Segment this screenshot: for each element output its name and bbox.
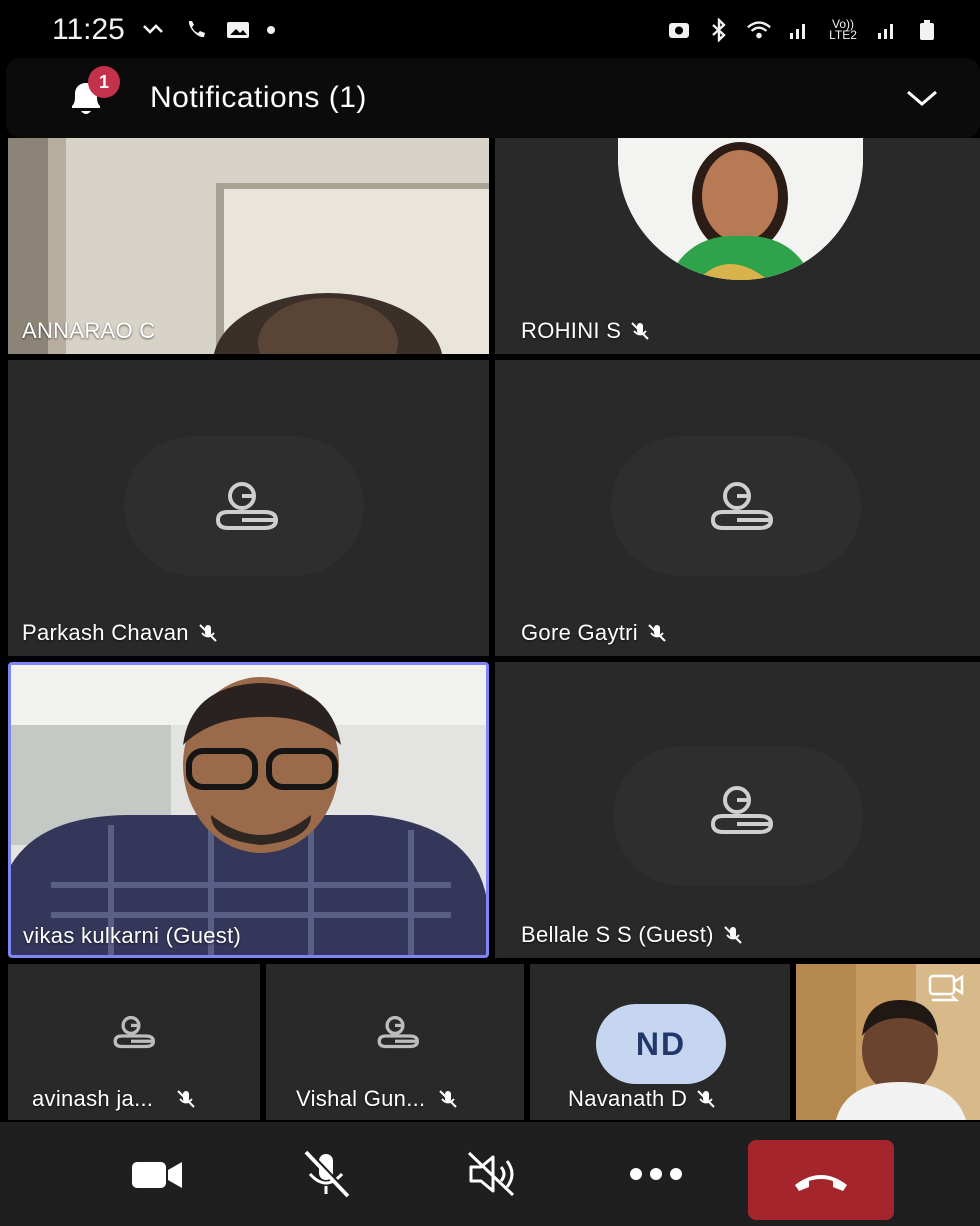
- notification-count-badge: 1: [88, 66, 120, 98]
- participant-name: ROHINI S: [521, 318, 651, 344]
- participant-name: Navanath D: [568, 1086, 717, 1112]
- mic-off-icon: [439, 1090, 458, 1108]
- participant-name: vikas kulkarni (Guest): [23, 923, 242, 948]
- profile-photo: [618, 138, 863, 280]
- notification-title: Notifications (1): [150, 81, 367, 114]
- participant-name: ANNARAO C: [22, 318, 156, 343]
- call-controls: [0, 1122, 980, 1226]
- mic-off-icon: [648, 624, 666, 642]
- mic-off-icon: [304, 1149, 351, 1198]
- gallery-icon: [225, 19, 251, 41]
- chevron-down-icon[interactable]: [904, 86, 940, 110]
- speaker-toggle-button[interactable]: [464, 1144, 524, 1204]
- mic-off-icon: [724, 926, 742, 944]
- participant-name: Vishal Gun...: [296, 1086, 459, 1112]
- mic-off-icon: [697, 1090, 715, 1108]
- signal-icon-2: [874, 19, 900, 41]
- phone-icon: [183, 19, 209, 41]
- person-icon: [377, 1016, 420, 1049]
- participant-name: Bellale S S (Guest): [521, 922, 744, 948]
- video-camera-icon: [132, 1162, 182, 1188]
- person-icon: [710, 482, 774, 530]
- switch-camera-icon[interactable]: [926, 972, 966, 1004]
- battery-icon: [914, 19, 940, 41]
- bell-icon: 1: [64, 66, 120, 120]
- participant-tile-rohini[interactable]: ROHINI S: [495, 138, 980, 354]
- wifi-icon: [746, 19, 772, 41]
- participant-tile-bellale[interactable]: Bellale S S (Guest): [495, 662, 980, 958]
- video-feed: [11, 665, 486, 955]
- participant-tile-vikas[interactable]: vikas kulkarni (Guest): [8, 662, 489, 958]
- more-dots-icon: [630, 1168, 682, 1180]
- participant-tile-avinash[interactable]: avinash ja...: [8, 964, 260, 1120]
- phone-hangup-icon: [795, 1175, 847, 1191]
- camera-toggle-button[interactable]: [128, 1144, 188, 1204]
- participant-name: Parkash Chavan: [22, 620, 219, 646]
- person-icon: [113, 1016, 156, 1049]
- participant-name: Gore Gaytri: [521, 620, 668, 646]
- self-view-tile[interactable]: [796, 964, 980, 1120]
- clock: 11:25: [52, 13, 125, 46]
- signal-icon-1: [786, 19, 812, 41]
- mic-off-icon: [199, 624, 217, 642]
- missed-call-icon: [141, 19, 167, 41]
- lte-label: Vo)) LTE2: [829, 17, 857, 42]
- notification-dot-icon: [266, 26, 275, 34]
- participant-tile-parkash[interactable]: Parkash Chavan: [8, 360, 489, 656]
- mic-off-icon: [177, 1090, 196, 1108]
- hang-up-button[interactable]: [748, 1140, 894, 1220]
- notification-banner[interactable]: 1 Notifications (1): [6, 58, 980, 138]
- camera-status-icon: [666, 19, 692, 41]
- participant-name: avinash ja...: [32, 1086, 197, 1112]
- participant-tile-annarao[interactable]: ANNARAO C: [8, 138, 489, 354]
- person-icon: [215, 482, 279, 530]
- mic-off-icon: [631, 322, 649, 340]
- avatar: ND: [596, 1004, 726, 1084]
- participant-tile-gore[interactable]: Gore Gaytri: [495, 360, 980, 656]
- bluetooth-icon: [706, 18, 732, 42]
- more-options-button[interactable]: [626, 1144, 686, 1204]
- person-icon: [710, 786, 774, 834]
- speaker-off-icon: [467, 1151, 515, 1197]
- participant-tile-vishal[interactable]: Vishal Gun...: [266, 964, 524, 1120]
- participant-tile-navanath[interactable]: ND Navanath D: [530, 964, 790, 1120]
- mic-toggle-button[interactable]: [296, 1144, 356, 1204]
- status-bar: 11:25 Vo)) LTE2: [0, 0, 980, 60]
